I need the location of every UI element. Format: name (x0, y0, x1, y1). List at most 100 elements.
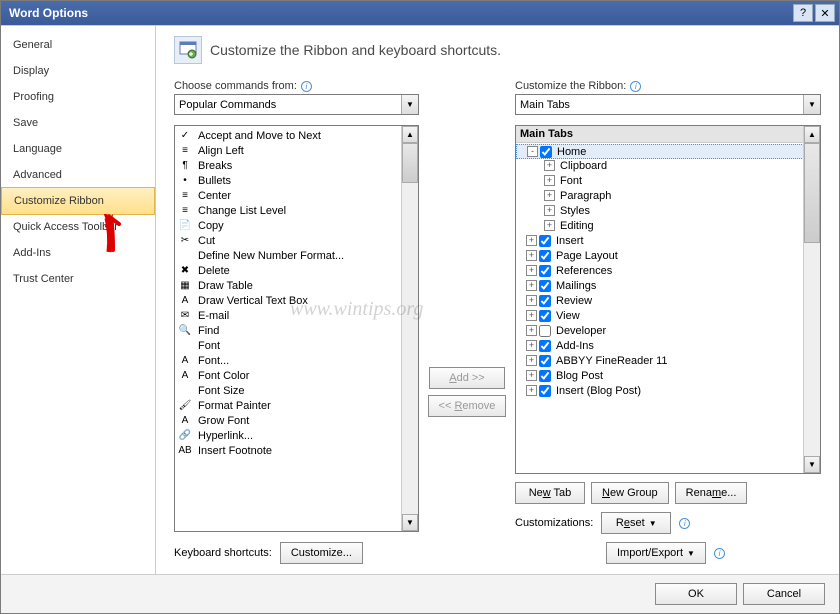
sidebar-item-advanced[interactable]: Advanced (1, 162, 155, 188)
expand-icon[interactable]: + (526, 235, 537, 246)
command-item[interactable]: ≡Align Left (175, 143, 418, 158)
scrollbar[interactable]: ▲ ▼ (803, 126, 820, 473)
expand-icon[interactable]: + (526, 325, 537, 336)
sidebar-item-add-ins[interactable]: Add-Ins (1, 240, 155, 266)
command-item[interactable]: ABInsert Footnote (175, 443, 418, 458)
expand-icon[interactable]: + (526, 385, 537, 396)
tree-item[interactable]: +Editing (516, 218, 820, 233)
command-item[interactable]: ADraw Vertical Text Box (175, 293, 418, 308)
sidebar-item-general[interactable]: General (1, 32, 155, 58)
tree-item[interactable]: +ABBYY FineReader 11 (516, 353, 820, 368)
expand-icon[interactable]: + (544, 160, 555, 171)
close-button[interactable]: ✕ (815, 4, 835, 22)
scroll-thumb[interactable] (804, 143, 820, 243)
command-item[interactable]: AFont... (175, 353, 418, 368)
tree-checkbox[interactable] (539, 295, 551, 307)
tree-item[interactable]: +Review (516, 293, 820, 308)
tree-checkbox[interactable] (539, 250, 551, 262)
tree-item[interactable]: +Insert (Blog Post) (516, 383, 820, 398)
scroll-up-icon[interactable]: ▲ (402, 126, 418, 143)
help-button[interactable]: ? (793, 4, 813, 22)
command-item[interactable]: ✉E-mail (175, 308, 418, 323)
import-export-button[interactable]: Import/Export▼ (606, 542, 706, 564)
tree-item[interactable]: +Blog Post (516, 368, 820, 383)
tree-item[interactable]: +Insert (516, 233, 820, 248)
choose-commands-dropdown[interactable]: Popular Commands ▼ (174, 94, 419, 115)
tree-item[interactable]: +Add-Ins (516, 338, 820, 353)
customize-ribbon-dropdown[interactable]: Main Tabs ▼ (515, 94, 821, 115)
expand-icon[interactable]: + (544, 205, 555, 216)
tree-item[interactable]: -Home (516, 144, 820, 159)
scroll-thumb[interactable] (402, 143, 418, 183)
command-item[interactable]: Font SizeI▾ (175, 383, 418, 398)
command-item[interactable]: 🖌Format Painter (175, 398, 418, 413)
command-item[interactable]: ✓Accept and Move to Next (175, 128, 418, 143)
scrollbar[interactable]: ▲ ▼ (401, 126, 418, 531)
expand-icon[interactable]: + (526, 370, 537, 381)
sidebar-item-display[interactable]: Display (1, 58, 155, 84)
tree-item[interactable]: +Paragraph (516, 188, 820, 203)
command-item[interactable]: 📄Copy (175, 218, 418, 233)
expand-icon[interactable]: + (544, 175, 555, 186)
tree-checkbox[interactable] (539, 325, 551, 337)
tree-item[interactable]: +Styles (516, 203, 820, 218)
add-button[interactable]: Add >> (429, 367, 505, 389)
expand-icon[interactable]: + (526, 295, 537, 306)
sidebar-item-language[interactable]: Language (1, 136, 155, 162)
command-item[interactable]: FontI▾ (175, 338, 418, 353)
scroll-down-icon[interactable]: ▼ (402, 514, 418, 531)
expand-icon[interactable]: + (544, 190, 555, 201)
tree-checkbox[interactable] (540, 146, 552, 158)
sidebar-item-trust-center[interactable]: Trust Center (1, 266, 155, 292)
rename-button[interactable]: Rename... (675, 482, 748, 504)
info-icon[interactable]: i (630, 81, 641, 92)
tree-checkbox[interactable] (539, 280, 551, 292)
command-item[interactable]: AFont Color▸ (175, 368, 418, 383)
command-item[interactable]: ¶Breaks▸ (175, 158, 418, 173)
remove-button[interactable]: << Remove (428, 395, 507, 417)
command-item[interactable]: ≡Center (175, 188, 418, 203)
sidebar-item-customize-ribbon[interactable]: Customize Ribbon (1, 187, 155, 215)
tree-item[interactable]: +Developer (516, 323, 820, 338)
ribbon-tree[interactable]: Main Tabs -Home+Clipboard+Font+Paragraph… (515, 125, 821, 474)
expand-icon[interactable]: + (526, 340, 537, 351)
tree-item[interactable]: +References (516, 263, 820, 278)
tree-checkbox[interactable] (539, 235, 551, 247)
ok-button[interactable]: OK (655, 583, 737, 605)
tree-checkbox[interactable] (539, 370, 551, 382)
info-icon[interactable]: i (301, 81, 312, 92)
scroll-down-icon[interactable]: ▼ (804, 456, 820, 473)
sidebar-item-quick-access-toolbar[interactable]: Quick Access Toolbar (1, 214, 155, 240)
tree-item[interactable]: +Clipboard (516, 158, 820, 173)
command-item[interactable]: ≡Change List Level▸ (175, 203, 418, 218)
sidebar-item-proofing[interactable]: Proofing (1, 84, 155, 110)
cancel-button[interactable]: Cancel (743, 583, 825, 605)
tree-item[interactable]: +Page Layout (516, 248, 820, 263)
sidebar-item-save[interactable]: Save (1, 110, 155, 136)
new-group-button[interactable]: New Group (591, 482, 669, 504)
expand-icon[interactable]: - (527, 146, 538, 157)
tree-checkbox[interactable] (539, 355, 551, 367)
expand-icon[interactable]: + (526, 280, 537, 291)
command-item[interactable]: ▦Draw Table (175, 278, 418, 293)
new-tab-button[interactable]: New Tab (515, 482, 585, 504)
expand-icon[interactable]: + (526, 250, 537, 261)
reset-button[interactable]: Reset▼ (601, 512, 671, 534)
scroll-up-icon[interactable]: ▲ (804, 126, 820, 143)
command-item[interactable]: •Bullets▸ (175, 173, 418, 188)
command-item[interactable]: 🔍Find (175, 323, 418, 338)
command-item[interactable]: 🔗Hyperlink... (175, 428, 418, 443)
command-item[interactable]: ✂Cut (175, 233, 418, 248)
expand-icon[interactable]: + (544, 220, 555, 231)
commands-listbox[interactable]: ✓Accept and Move to Next≡Align Left¶Brea… (174, 125, 419, 532)
expand-icon[interactable]: + (526, 265, 537, 276)
tree-item[interactable]: +Mailings (516, 278, 820, 293)
tree-checkbox[interactable] (539, 385, 551, 397)
tree-checkbox[interactable] (539, 265, 551, 277)
info-icon[interactable]: i (714, 548, 725, 559)
customize-button[interactable]: Customize... (280, 542, 363, 564)
tree-item[interactable]: +View (516, 308, 820, 323)
tree-checkbox[interactable] (539, 340, 551, 352)
expand-icon[interactable]: + (526, 310, 537, 321)
command-item[interactable]: AGrow Font (175, 413, 418, 428)
